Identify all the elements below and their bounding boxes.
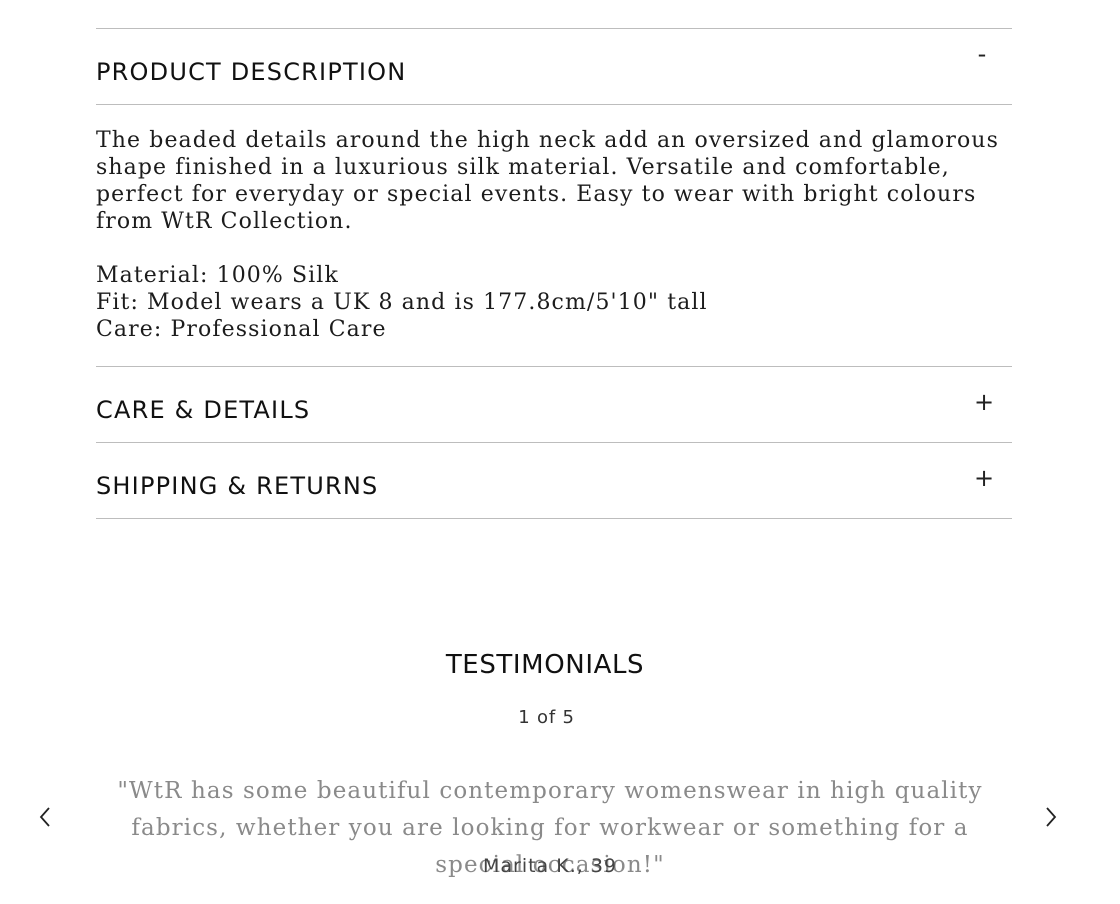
accordion-title: CARE & DETAILS <box>96 396 311 424</box>
expand-icon[interactable]: + <box>974 463 994 493</box>
product-description-text: The beaded details around the high neck … <box>96 128 999 234</box>
accordion-header-product-description[interactable]: PRODUCT DESCRIPTION - <box>96 29 1012 104</box>
product-care: Care: Professional Care <box>96 317 387 342</box>
testimonials-heading: TESTIMONIALS <box>445 650 645 680</box>
accordion-title: PRODUCT DESCRIPTION <box>96 58 407 86</box>
page: PRODUCT DESCRIPTION - The beaded details… <box>0 0 1120 904</box>
testimonials-carousel: TESTIMONIALS 1 of 5 "WtR has some beauti… <box>0 646 1120 904</box>
accordion-section-product-description: PRODUCT DESCRIPTION - The beaded details… <box>96 28 1012 366</box>
accordion-header-care-details[interactable]: CARE & DETAILS + <box>96 367 1012 442</box>
product-material: Material: 100% Silk <box>96 263 339 288</box>
accordion-panel-product-description: The beaded details around the high neck … <box>96 104 1012 366</box>
chevron-left-icon <box>34 804 58 830</box>
product-accordion: PRODUCT DESCRIPTION - The beaded details… <box>96 28 1012 519</box>
carousel-prev-button[interactable] <box>34 804 58 830</box>
carousel-next-button[interactable] <box>1039 804 1063 830</box>
product-fit: Fit: Model wears a UK 8 and is 177.8cm/5… <box>96 290 708 315</box>
slide-counter: 1 of 5 <box>518 707 575 728</box>
accordion-section-care-details: CARE & DETAILS + <box>96 366 1012 442</box>
chevron-right-icon <box>1039 804 1063 830</box>
testimonial-author: Marita K., 39 <box>482 855 617 877</box>
expand-icon[interactable]: + <box>974 387 994 417</box>
accordion-header-shipping-returns[interactable]: SHIPPING & RETURNS + <box>96 443 1012 518</box>
accordion-title: SHIPPING & RETURNS <box>96 472 379 500</box>
collapse-icon[interactable]: - <box>974 39 990 69</box>
accordion-section-shipping-returns: SHIPPING & RETURNS + <box>96 442 1012 519</box>
